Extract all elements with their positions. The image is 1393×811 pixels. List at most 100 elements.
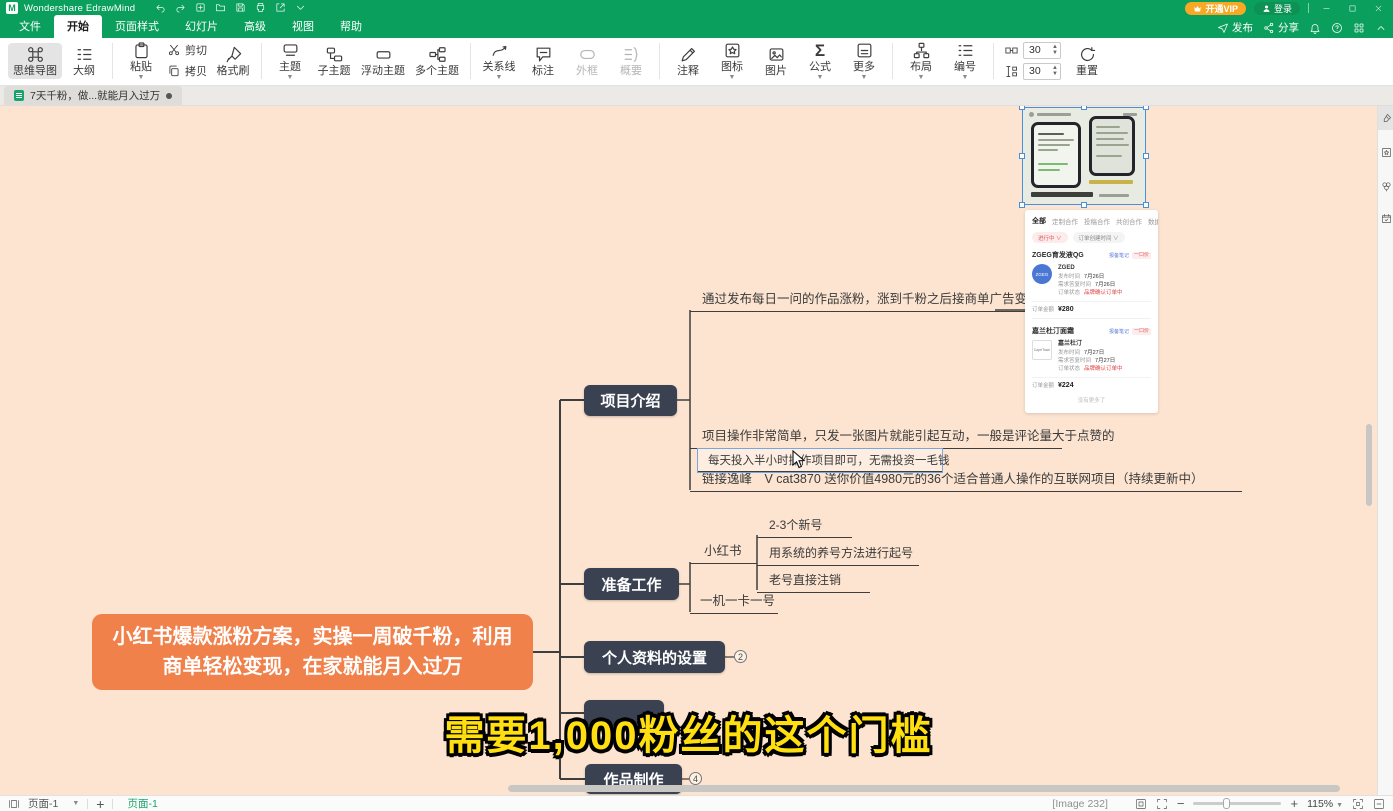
leaf-topic-selected[interactable]: 每天投入半小时操作项目即可，无需投资一毛钱 xyxy=(697,448,943,473)
leaf-topic[interactable]: 链接逸峰 V cat3870 送你价值4980元的36个适合普通人操作的互联网项… xyxy=(690,471,1242,492)
brand-logo: ZGEG xyxy=(1032,264,1052,284)
collapse-badge-2[interactable]: 2 xyxy=(734,650,747,663)
grid-icon xyxy=(1353,22,1365,34)
multiple-topics-button[interactable]: 多个主题 xyxy=(410,43,464,79)
numbering-button[interactable]: 编号▼ xyxy=(943,39,987,82)
cut-button[interactable]: 剪切 xyxy=(163,41,211,59)
pencil-icon xyxy=(679,45,698,64)
page-panel-icon[interactable] xyxy=(8,798,20,810)
icon-panel-button[interactable] xyxy=(1378,140,1393,164)
mindmap-canvas[interactable]: 小红书爆款涨粉方案，实操一周破千粉，利用商单轻松变现，在家就能月入过万 项目介绍… xyxy=(0,106,1377,795)
open-file-button[interactable] xyxy=(215,2,226,15)
v-spacing-input[interactable]: 30 ▲▼ xyxy=(1023,63,1061,80)
zoom-level[interactable]: 115% ▼ xyxy=(1307,798,1343,810)
callout-button[interactable]: 标注 xyxy=(521,43,565,79)
clipart-panel-button[interactable] xyxy=(1378,174,1393,198)
paste-button[interactable]: 粘贴▼ xyxy=(119,39,163,82)
user-icon xyxy=(1262,4,1271,13)
branch-node-preparation[interactable]: 准备工作 xyxy=(584,568,679,600)
menu-slideshow[interactable]: 幻灯片 xyxy=(172,15,231,38)
leaf-topic[interactable]: 通过发布每日一问的作品涨粉，涨到千粉之后接商单广告变现 xyxy=(690,291,1030,312)
leaf-topic[interactable]: 小红书 xyxy=(690,543,757,564)
scissors-icon xyxy=(167,43,181,57)
menu-view[interactable]: 视图 xyxy=(279,15,327,38)
subtopic-button[interactable]: 子主题 xyxy=(312,43,356,79)
h-spacing-stepper[interactable]: ▲▼ xyxy=(1052,43,1058,58)
task-panel-button[interactable] xyxy=(1378,206,1393,230)
central-topic-node[interactable]: 小红书爆款涨粉方案，实操一周破千粉，利用商单轻松变现，在家就能月入过万 xyxy=(92,614,533,690)
vertical-scrollbar[interactable] xyxy=(1366,424,1372,506)
help-button[interactable] xyxy=(1331,22,1343,34)
fit-window-icon[interactable] xyxy=(1135,798,1147,810)
new-page-button[interactable] xyxy=(195,2,206,15)
undo-button[interactable] xyxy=(155,2,166,15)
chevron-up-icon xyxy=(1375,22,1387,34)
leaf-topic[interactable]: 用系统的养号方法进行起号 xyxy=(757,545,919,566)
login-button[interactable]: 登录 xyxy=(1254,2,1300,15)
more-insert-button[interactable]: 更多▼ xyxy=(842,39,886,82)
page-tab[interactable]: 页面-1 xyxy=(121,796,163,811)
customize-toolbar-button[interactable] xyxy=(295,2,306,15)
layout-icon xyxy=(912,41,931,60)
reset-button[interactable]: 重置 xyxy=(1065,43,1109,79)
leaf-topic[interactable]: 项目操作非常简单，只发一张图片就能引起互动，一般是评论量大于点赞的 xyxy=(690,428,1062,449)
branch-node-profile-setup[interactable]: 个人资料的设置 xyxy=(584,641,725,673)
attached-image-order-list[interactable]: 全部 定制合作 投稿合作 共创合作 数据合作 进行中 ∨ 订单创建时间 ∨ ZG… xyxy=(1025,210,1158,413)
document-tab[interactable]: 7天千粉，做...就能月入过万 xyxy=(4,86,182,105)
zoom-slider[interactable] xyxy=(1193,802,1281,805)
export-button[interactable] xyxy=(275,2,286,15)
formula-button[interactable]: Σ 公式▼ xyxy=(798,39,842,82)
comment-button[interactable]: 注释 xyxy=(666,43,710,79)
outline-view-button[interactable]: 大纲 xyxy=(62,43,106,79)
menu-advanced[interactable]: 高级 xyxy=(231,15,279,38)
publish-button[interactable]: 发布 xyxy=(1217,20,1253,35)
zoom-in-button[interactable]: + xyxy=(1290,796,1298,811)
fit-screen-icon[interactable] xyxy=(1352,798,1364,810)
menu-help[interactable]: 帮助 xyxy=(327,15,375,38)
order-card: ZGEG育发液QG 报备笔记一口价 ZGEG ZGED 发布时间7月26日 需求… xyxy=(1032,250,1151,313)
collapse-canvas-icon[interactable] xyxy=(1373,798,1385,810)
fullscreen-icon[interactable] xyxy=(1156,798,1168,810)
menu-home[interactable]: 开始 xyxy=(54,15,102,38)
notifications-button[interactable] xyxy=(1309,22,1321,34)
apps-grid-button[interactable] xyxy=(1353,22,1365,34)
menu-page-style[interactable]: 页面样式 xyxy=(102,15,172,38)
clipboard-icon xyxy=(132,41,151,60)
attached-image-selected[interactable] xyxy=(1022,107,1146,205)
insert-image-button[interactable]: 图片 xyxy=(754,43,798,79)
floating-topic-button[interactable]: 浮动主题 xyxy=(356,43,410,79)
redo-button[interactable] xyxy=(175,2,186,15)
branch-node-project-intro[interactable]: 项目介绍 xyxy=(584,385,677,416)
zoom-out-button[interactable]: − xyxy=(1177,796,1185,811)
leaf-topic[interactable]: 老号直接注销 xyxy=(757,572,870,593)
zoom-slider-thumb[interactable] xyxy=(1223,798,1230,809)
collapse-badge-4[interactable]: 4 xyxy=(689,772,702,785)
mindmap-view-button[interactable]: 思维导图 xyxy=(8,43,62,79)
collapse-ribbon-button[interactable] xyxy=(1375,22,1387,34)
minimize-button[interactable] xyxy=(1317,1,1335,15)
close-button[interactable] xyxy=(1369,1,1387,15)
page-select-dropdown[interactable]: 页面-1▼ xyxy=(28,796,79,811)
menu-file[interactable]: 文件 xyxy=(6,15,54,38)
layout-button[interactable]: 布局▼ xyxy=(899,39,943,82)
relationship-button[interactable]: 关系线▼ xyxy=(477,39,521,82)
style-panel-button[interactable] xyxy=(1378,106,1393,130)
copy-button[interactable]: 拷贝 xyxy=(163,62,211,80)
insert-icon-button[interactable]: 图标▼ xyxy=(710,39,754,82)
format-painter-button[interactable]: 格式刷 xyxy=(211,43,255,79)
add-page-button[interactable]: + xyxy=(96,796,104,811)
leaf-topic[interactable]: 一机一卡一号 xyxy=(690,593,778,614)
mindmap-icon xyxy=(26,45,45,64)
maximize-button[interactable] xyxy=(1343,1,1361,15)
right-sidebar xyxy=(1377,106,1393,795)
h-spacing-input[interactable]: 30 ▲▼ xyxy=(1023,42,1061,59)
ribbon-toolbar: 思维导图 大纲 粘贴▼ 剪切 拷贝 xyxy=(0,38,1393,86)
topic-button[interactable]: 主题▼ xyxy=(268,39,312,82)
print-button[interactable] xyxy=(255,2,266,15)
v-spacing-stepper[interactable]: ▲▼ xyxy=(1052,64,1058,79)
share-button[interactable]: 分享 xyxy=(1263,20,1299,35)
vip-button[interactable]: 开通VIP xyxy=(1185,2,1246,15)
horizontal-scrollbar[interactable] xyxy=(508,785,1340,792)
save-button[interactable] xyxy=(235,2,246,15)
leaf-topic[interactable]: 2-3个新号 xyxy=(757,517,852,538)
